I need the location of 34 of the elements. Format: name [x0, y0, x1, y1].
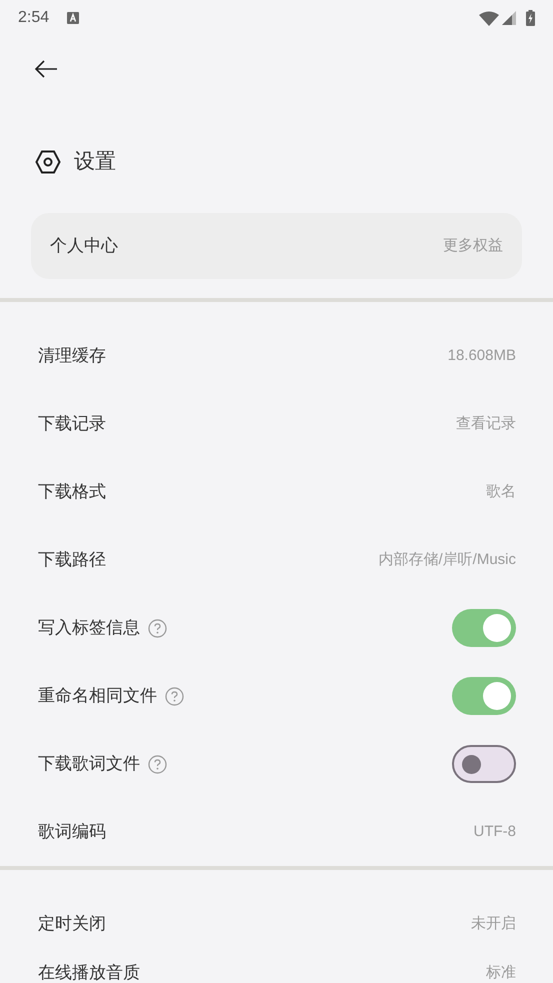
page-title: 设置: [74, 149, 116, 176]
setting-label: 重命名相同文件: [38, 685, 157, 708]
setting-label: 下载记录: [38, 413, 106, 436]
battery-icon: [526, 10, 535, 26]
wifi-icon: [479, 10, 499, 26]
help-icon[interactable]: [148, 754, 167, 774]
setting-label: 清理缓存: [38, 345, 106, 368]
toggle-switch[interactable]: [452, 745, 516, 783]
help-icon[interactable]: [148, 618, 167, 638]
setting-value: 查看记录: [456, 414, 516, 434]
toggle-switch[interactable]: [452, 677, 516, 715]
keyboard-icon: [67, 12, 80, 24]
setting-label: 在线播放音质: [38, 962, 140, 983]
setting-label: 下载格式: [38, 481, 106, 504]
setting-label: 歌词编码: [38, 821, 106, 844]
setting-label: 下载歌词文件: [38, 753, 140, 776]
back-arrow-icon: [34, 59, 58, 79]
setting-value: 标准: [486, 962, 516, 983]
setting-label: 写入标签信息: [38, 617, 140, 640]
status-time: 2:54: [18, 8, 50, 28]
signal-icon: [502, 11, 516, 25]
profile-card[interactable]: 个人中心 更多权益: [31, 213, 522, 279]
setting-value: 18.608MB: [448, 346, 516, 366]
help-icon[interactable]: [165, 686, 184, 706]
hexagon-icon: [35, 150, 61, 174]
setting-label: 下载路径: [38, 549, 106, 572]
setting-value: 未开启: [471, 914, 516, 934]
setting-value: UTF-8: [474, 822, 516, 842]
setting-label: 定时关闭: [38, 913, 106, 936]
card-value: 更多权益: [443, 236, 503, 256]
card-label: 个人中心: [50, 235, 118, 258]
toggle-switch[interactable]: [452, 609, 516, 647]
setting-value: 歌名: [486, 482, 516, 502]
setting-value: 内部存储/岸听/Music: [378, 550, 516, 570]
